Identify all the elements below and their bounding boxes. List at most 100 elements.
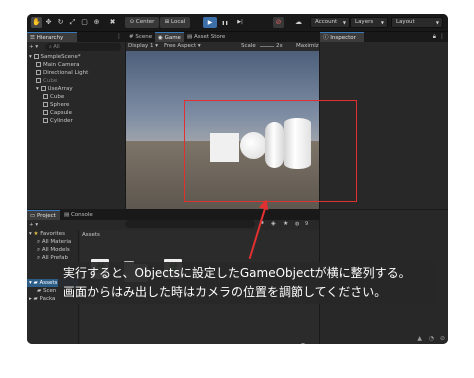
tab-console[interactable]: ▤ Console <box>61 210 99 220</box>
project-search-input[interactable] <box>125 220 255 228</box>
move-icon[interactable]: ✥ <box>43 17 54 28</box>
layers-label: Layers <box>355 19 374 25</box>
folder-icon: ▭ <box>30 213 36 219</box>
gameobject-icon <box>43 118 48 123</box>
tab-hierarchy[interactable]: ☰ Hierarchy <box>27 32 77 42</box>
hierarchy-item-label: Sphere <box>50 102 70 108</box>
space-label: Local <box>171 19 186 25</box>
pause-icon: ❚❚ <box>221 20 229 25</box>
chevron-down-icon: ▾ <box>29 280 32 286</box>
hierarchy-item[interactable]: Sphere <box>27 101 125 109</box>
chevron-right-icon: ▸ <box>29 296 32 302</box>
search-icon: ⌕ <box>37 239 41 245</box>
hierarchy-item[interactable]: Cylinder <box>27 117 125 125</box>
hierarchy-item[interactable]: Directional Light <box>27 69 125 77</box>
aspect-dropdown[interactable]: Free Aspect ▾ <box>164 42 201 51</box>
hierarchy-item[interactable]: ▾ UseArray <box>27 85 125 93</box>
panel-menu-icon[interactable]: ⋮ <box>439 32 445 42</box>
play-icon: ▶ <box>207 19 213 26</box>
hierarchy-tab-label: Hierarchy <box>36 35 64 41</box>
folder-icon: ▰ <box>33 280 38 286</box>
maximize-toggle[interactable]: Maximiz <box>296 42 319 51</box>
step-button[interactable]: ▶| <box>233 17 247 28</box>
tab-inspector[interactable]: ⓘ Inspector <box>320 32 364 42</box>
lock-icon[interactable]: 🔒︎ <box>433 32 436 42</box>
gameobject-icon <box>43 102 48 107</box>
badge-count: 9 <box>305 221 309 227</box>
hierarchy-item-label: UseArray <box>47 86 73 92</box>
cloud-icon[interactable]: ☁ <box>293 17 304 28</box>
layout-dropdown[interactable]: Layout ▼ <box>391 17 443 28</box>
hierarchy-item-label: Directional Light <box>43 70 89 76</box>
scene-icon <box>33 54 39 59</box>
favorites-root[interactable]: ▾ ★ Favorites <box>27 230 78 238</box>
breadcrumb[interactable]: Assets <box>82 232 100 238</box>
tab-scene[interactable]: # Scene <box>126 32 155 42</box>
scale-value: 2x <box>276 43 283 49</box>
hierarchy-item[interactable]: Cube <box>27 77 125 85</box>
hierarchy-item-label: Cylinder <box>50 118 73 124</box>
favorite-star-icon[interactable]: ★ <box>283 220 288 228</box>
hierarchy-item[interactable]: Cube <box>27 93 125 101</box>
favorite-item[interactable]: ⌕ All Prefab <box>27 254 78 262</box>
gameobject-icon <box>43 94 48 99</box>
pivot-toggle[interactable]: ⊙ Center <box>125 17 159 28</box>
progress-icon[interactable]: ◔ <box>429 335 434 342</box>
favorite-item[interactable]: ⌕ All Materia <box>27 238 78 246</box>
gameobject-icon <box>43 110 48 115</box>
hierarchy-add-button[interactable]: + ▾ <box>29 43 38 51</box>
favorite-item[interactable]: ⌕ All Models <box>27 246 78 254</box>
tab-asset-store[interactable]: ▤ Asset Store <box>184 32 236 42</box>
zoom-slider-handle[interactable] <box>300 343 306 344</box>
chevron-down-icon: ▼ <box>380 20 384 25</box>
display-dropdown[interactable]: Display 1 ▾ <box>128 42 158 51</box>
game-view-controls: Display 1 ▾ Free Aspect ▾ Scale 2x Maxim… <box>126 42 319 51</box>
hierarchy-search-input[interactable]: ⌕ All <box>45 43 121 51</box>
tab-game[interactable]: ◉ Game <box>155 32 184 42</box>
scene-icon: # <box>129 34 134 40</box>
notification-icon[interactable]: ▲ <box>417 335 422 342</box>
game-icon: ◉ <box>158 35 163 41</box>
hidden-packages-icon[interactable]: ◍ <box>295 220 299 228</box>
account-dropdown[interactable]: Account ▼ <box>310 17 350 28</box>
filter-by-label-icon[interactable]: ◈ <box>271 220 276 228</box>
scale-icon[interactable]: ⤢ <box>67 17 78 28</box>
project-add-button[interactable]: + ▾ <box>29 221 38 229</box>
console-icon: ▤ <box>64 212 70 218</box>
rotate-icon[interactable]: ↻ <box>55 17 66 28</box>
chevron-down-icon: ▼ <box>342 20 346 25</box>
space-toggle[interactable]: ⊞ Local <box>160 17 190 28</box>
pause-button[interactable]: ❚❚ <box>218 17 232 28</box>
hierarchy-icon: ☰ <box>30 35 35 41</box>
tab-console-label: Console <box>70 212 93 218</box>
hierarchy-item-label: Main Camera <box>43 62 80 68</box>
gameobject-icon <box>36 70 41 75</box>
pivot-label: Center <box>135 19 155 25</box>
hierarchy-item-label: SampleScene* <box>40 54 81 60</box>
custom-tool-icon[interactable]: ✖ <box>107 17 118 28</box>
search-icon: ⌕ <box>49 44 52 50</box>
rect-icon[interactable]: ▢ <box>79 17 90 28</box>
panel-menu-icon[interactable]: ⋮ <box>116 32 122 42</box>
collab-icon[interactable]: ⊘ <box>273 17 284 28</box>
hierarchy-item[interactable]: Capsule <box>27 109 125 117</box>
store-icon: ▤ <box>187 34 193 40</box>
tab-project[interactable]: ▭ Project <box>27 210 60 220</box>
hierarchy-item[interactable]: ▾ SampleScene* <box>27 53 125 61</box>
hand-icon[interactable]: ✋ <box>31 17 42 28</box>
local-icon: ⊞ <box>164 19 170 25</box>
project-tabbar: ▭ Project ▤ Console <box>27 210 319 220</box>
hierarchy-item[interactable]: Main Camera <box>27 61 125 69</box>
scale-slider[interactable] <box>260 46 274 47</box>
debug-mode-icon[interactable]: ⊘ <box>440 335 445 342</box>
play-button[interactable]: ▶ <box>203 17 217 28</box>
transform-icon[interactable]: ⊕ <box>91 17 102 28</box>
highlight-box <box>184 100 357 202</box>
scale-label: Scale <box>241 43 256 49</box>
layers-dropdown[interactable]: Layers ▼ <box>350 17 388 28</box>
hierarchy-tabbar: ☰ Hierarchy ⋮ <box>27 32 125 42</box>
tab-game-label: Game <box>164 35 181 41</box>
hierarchy-item-label: Capsule <box>50 110 72 116</box>
scene-game-tabbar: # Scene ◉ Game ▤ Asset Store <box>126 32 319 42</box>
gameobject-icon <box>40 86 46 91</box>
